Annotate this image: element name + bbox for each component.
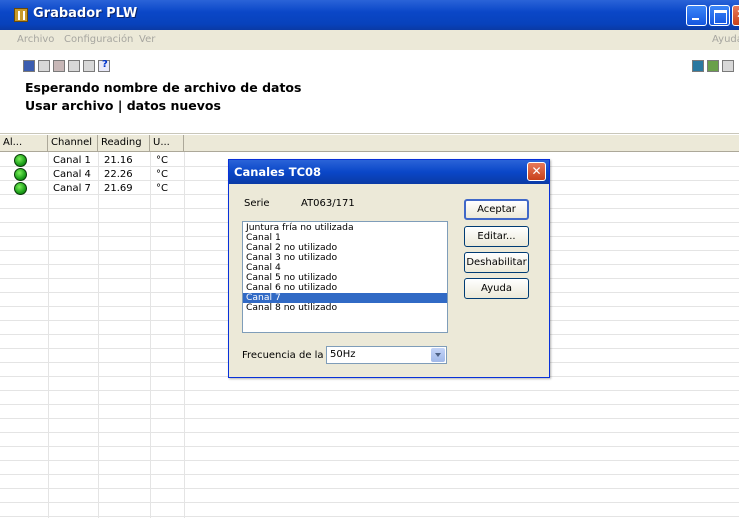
header-channel[interactable]: Channel [48,135,98,152]
row-reading: 21.69 [104,183,133,194]
ayuda-button[interactable]: Ayuda [464,278,529,299]
menu-bar: Archivo Configuración Ver Ayuda [0,30,739,50]
header-units[interactable]: U... [150,135,184,152]
window-title: Grabador PLW [33,6,138,21]
row-units: °C [156,155,168,166]
save-icon[interactable] [23,60,35,72]
grid-line [0,418,739,419]
menu-ver[interactable]: Ver [139,34,155,45]
frequency-select[interactable]: 50Hz [326,346,447,364]
dialog-title: Canales TC08 [234,165,322,179]
window-titlebar[interactable]: Grabador PLW [0,0,739,30]
chart-icon[interactable] [707,60,719,72]
open-icon[interactable] [38,60,50,72]
grid-column-line [150,152,151,518]
record-icon[interactable] [53,60,65,72]
grid-line [0,404,739,405]
header-alarm[interactable]: Al... [0,135,48,152]
grid-line [0,446,739,447]
row-units: °C [156,183,168,194]
table-row[interactable]: Canal 1 21.16 °C [0,154,184,167]
help-icon[interactable] [98,59,110,72]
document-icon[interactable] [722,60,734,72]
grid-column-line [98,152,99,518]
dialog-titlebar[interactable]: Canales TC08 ✕ [229,160,549,184]
alarm-led-icon [14,168,27,181]
toolbar-area: Esperando nombre de archivo de datos Usa… [0,50,739,134]
dialog-close-icon[interactable]: ✕ [527,162,546,181]
alarm-led-icon [14,154,27,167]
grid-line [0,474,739,475]
list-item[interactable]: Canal 8 no utilizado [243,303,447,313]
serie-value: AT063/171 [301,198,355,209]
frequency-label: Frecuencia de la [242,350,324,361]
grid-line [0,516,739,517]
grid-column-line [184,152,185,518]
grid-column-line [48,152,49,518]
aceptar-button[interactable]: Aceptar [464,199,529,220]
row-units: °C [156,169,168,180]
frequency-value: 50Hz [330,349,356,360]
menu-ayuda[interactable]: Ayuda [712,34,739,45]
serie-label: Serie [244,198,270,209]
app-icon [14,8,28,22]
grid-line [0,390,739,391]
grid-line [0,460,739,461]
editar-button[interactable]: Editar... [464,226,529,247]
table-row[interactable]: Canal 4 22.26 °C [0,168,184,181]
row-channel: Canal 7 [53,183,91,194]
file-mode-text: Usar archivo | datos nuevos [25,98,221,113]
channels-icon[interactable] [68,60,80,72]
channel-listbox[interactable]: Juntura fría no utilizada Canal 1 Canal … [242,221,448,333]
grid-line [0,488,739,489]
grid-header: Al... Channel Reading U... [0,135,739,152]
alarm-led-icon [14,182,27,195]
table-row[interactable]: Canal 7 21.69 °C [0,182,184,195]
settings-icon[interactable] [83,60,95,72]
row-reading: 21.16 [104,155,133,166]
menu-configuracion[interactable]: Configuración [64,34,133,45]
grid-line [0,432,739,433]
status-text: Esperando nombre de archivo de datos [25,80,302,95]
row-reading: 22.26 [104,169,133,180]
close-button[interactable] [732,5,739,26]
deshabilitar-button[interactable]: Deshabilitar [464,252,529,273]
channels-dialog: Canales TC08 ✕ Serie AT063/171 Juntura f… [228,159,550,378]
row-channel: Canal 4 [53,169,91,180]
minimize-button[interactable] [686,5,707,26]
chevron-down-icon[interactable] [431,348,445,362]
grid-line [0,502,739,503]
menu-archivo[interactable]: Archivo [17,34,54,45]
row-channel: Canal 1 [53,155,91,166]
maximize-button[interactable] [709,5,730,26]
graph-icon[interactable] [692,60,704,72]
header-reading[interactable]: Reading [98,135,150,152]
